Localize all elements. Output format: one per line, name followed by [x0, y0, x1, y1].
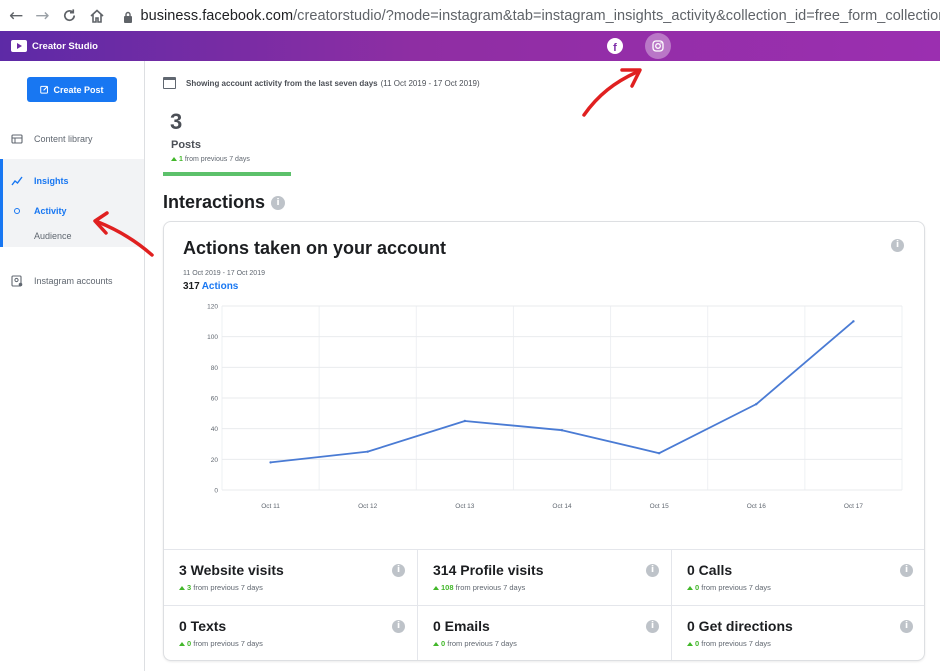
info-icon[interactable]: i: [900, 564, 913, 577]
actions-card: Actions taken on your account i 11 Oct 2…: [163, 221, 925, 661]
instagram-accounts-icon: [11, 275, 23, 287]
x-tick-label: Oct 13: [455, 503, 475, 510]
create-post-button[interactable]: Create Post: [27, 77, 117, 102]
posts-delta: 1 from previous 7 days: [171, 156, 250, 163]
x-tick-label: Oct 16: [747, 503, 767, 510]
x-tick-label: Oct 11: [261, 503, 280, 510]
y-tick-label: 0: [214, 488, 218, 495]
data-point[interactable]: [463, 419, 467, 423]
posts-selected-bar[interactable]: [163, 172, 291, 176]
up-arrow-icon: [687, 642, 693, 646]
data-point[interactable]: [366, 450, 369, 453]
sidebar-item-content-library[interactable]: Content library: [0, 131, 144, 147]
info-icon[interactable]: i: [271, 195, 286, 210]
up-arrow-icon: [179, 642, 185, 646]
up-arrow-icon: [171, 157, 177, 161]
app-title: Creator Studio: [32, 40, 98, 52]
active-dot-icon: [14, 208, 20, 214]
sidebar-item-label: Audience: [34, 231, 72, 241]
forward-arrow-icon[interactable]: →: [35, 5, 49, 27]
back-arrow-icon[interactable]: ←: [9, 5, 23, 27]
content-library-icon: [11, 134, 23, 144]
browser-toolbar: ← → business.facebook.com/creatorstudio/…: [0, 0, 940, 31]
stat-calls: 0 Calls 0 from previous 7 days i: [672, 550, 924, 606]
series-line: [270, 320, 855, 464]
y-tick-label: 20: [211, 457, 219, 464]
y-tick-label: 40: [211, 426, 219, 433]
creator-studio-logo-icon: [11, 40, 27, 52]
x-tick-label: Oct 12: [358, 503, 378, 510]
range-label: Showing account activity from the last s…: [186, 78, 378, 88]
sidebar-item-instagram-accounts[interactable]: Instagram accounts: [0, 273, 144, 289]
data-point[interactable]: [852, 320, 855, 323]
lock-icon: [123, 10, 133, 23]
sidebar-item-label: Activity: [34, 206, 67, 216]
posts-label: Posts: [171, 139, 201, 151]
sidebar-item-insights[interactable]: Insights: [0, 173, 144, 189]
x-tick-label: Oct 17: [844, 503, 864, 510]
edit-icon: [40, 85, 49, 94]
app-header: Creator Studio f: [0, 31, 940, 61]
facebook-icon[interactable]: f: [607, 38, 623, 54]
x-tick-label: Oct 14: [552, 503, 572, 510]
stat-website-visits: 3 Website visits 3 from previous 7 days …: [164, 550, 418, 606]
info-icon[interactable]: i: [392, 564, 405, 577]
sidebar-item-label: Instagram accounts: [34, 276, 113, 286]
data-point[interactable]: [755, 402, 758, 406]
actions-line-chart: 0 20 40 60 80 100 120 Oct 11 Oct 12 Oct 13 Oct 14 O…: [207, 304, 903, 510]
up-arrow-icon: [433, 642, 439, 646]
stat-get-directions: 0 Get directions 0 from previous 7 days …: [672, 606, 924, 660]
stat-profile-visits: 314 Profile visits 108 from previous 7 d…: [418, 550, 672, 606]
url-path: /creatorstudio/?mode=instagram&tab=insta…: [293, 7, 940, 24]
url-host: business.facebook.com: [140, 7, 294, 24]
create-post-label: Create Post: [53, 84, 104, 95]
info-icon[interactable]: i: [646, 620, 659, 633]
y-tick-label: 60: [211, 396, 219, 403]
range-dates: (11 Oct 2019 - 17 Oct 2019): [380, 78, 480, 88]
up-arrow-icon: [687, 586, 693, 590]
home-icon[interactable]: [89, 5, 105, 27]
info-icon[interactable]: i: [646, 564, 659, 577]
instagram-tab[interactable]: [645, 33, 671, 59]
data-point[interactable]: [657, 452, 661, 455]
insights-icon: [11, 176, 23, 186]
main-content: Showing account activity from the last s…: [146, 61, 940, 671]
up-arrow-icon: [179, 586, 185, 590]
data-point[interactable]: [269, 461, 272, 464]
y-tick-label: 100: [207, 334, 218, 341]
y-tick-label: 120: [207, 304, 218, 311]
instagram-icon: [652, 40, 664, 52]
sidebar-item-label: Insights: [34, 176, 69, 186]
stat-texts: 0 Texts 0 from previous 7 days i: [164, 606, 418, 660]
x-tick-label: Oct 15: [650, 503, 670, 510]
date-range-row: Showing account activity from the last s…: [163, 77, 480, 89]
info-icon[interactable]: i: [392, 620, 405, 633]
stats-grid: 3 Website visits 3 from previous 7 days …: [164, 549, 924, 660]
info-icon[interactable]: i: [900, 620, 913, 633]
sidebar-item-audience[interactable]: Audience: [0, 228, 144, 244]
y-tick-label: 80: [211, 365, 219, 372]
up-arrow-icon: [433, 586, 439, 590]
reload-icon[interactable]: [62, 5, 77, 27]
data-point[interactable]: [560, 429, 564, 432]
calendar-icon: [163, 77, 176, 89]
posts-count: 3: [170, 109, 183, 134]
sidebar-item-label: Content library: [34, 134, 93, 144]
sidebar-item-activity[interactable]: Activity: [0, 203, 144, 219]
interactions-heading: Interactions i: [163, 192, 286, 213]
stat-emails: 0 Emails 0 from previous 7 days i: [418, 606, 672, 660]
sidebar: Create Post Content library Insights Act…: [0, 61, 145, 671]
address-bar[interactable]: business.facebook.com/creatorstudio/?mod…: [141, 8, 940, 24]
